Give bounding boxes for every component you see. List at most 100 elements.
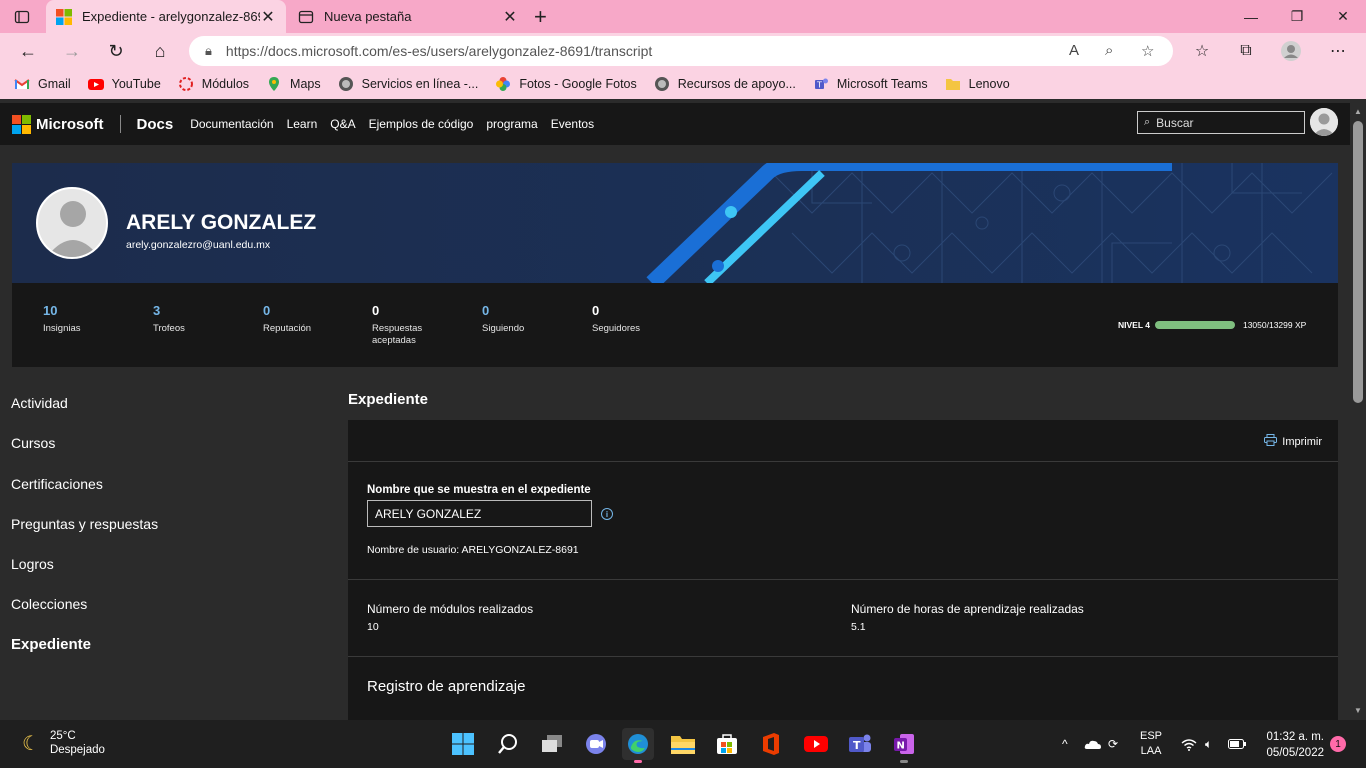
nav-ejemplos[interactable]: Ejemplos de código (369, 117, 474, 131)
collections-icon[interactable]: ⧉ (1233, 39, 1259, 63)
bookmark-lenovo[interactable]: Lenovo (945, 76, 1010, 92)
photos-icon (495, 76, 511, 92)
stat-trofeos[interactable]: 3 Trofeos (153, 303, 243, 335)
read-aloud-icon[interactable]: A (1069, 42, 1079, 59)
clock-time: 01:32 a. m. (1266, 731, 1324, 743)
close-window-icon[interactable]: ✕ (1320, 0, 1366, 33)
weather-widget[interactable]: ☾ 25°C Despejado (22, 730, 105, 756)
bookmark-modulos[interactable]: Módulos (178, 76, 249, 92)
task-view-icon[interactable] (536, 728, 568, 760)
office-icon[interactable] (755, 728, 787, 760)
bookmark-gmail[interactable]: Gmail (14, 76, 71, 92)
sidebar-item-certificaciones[interactable]: Certificaciones (11, 476, 158, 516)
onedrive-icon[interactable] (1084, 720, 1102, 768)
moon-icon: ☾ (22, 732, 40, 755)
lock-icon[interactable]: 🔒︎ (205, 43, 212, 59)
scrollbar-thumb[interactable] (1353, 121, 1363, 403)
more-menu-icon[interactable]: ⋯ (1325, 39, 1351, 63)
sidebar-item-colecciones[interactable]: Colecciones (11, 596, 158, 636)
add-favorite-icon[interactable]: ☆ (1141, 42, 1154, 60)
back-icon[interactable]: ← (16, 39, 40, 63)
stat-siguiendo[interactable]: 0 Siguiendo (482, 303, 572, 335)
bookmark-servicios[interactable]: Servicios en línea -... (338, 76, 478, 92)
level-indicator: NIVEL 4 13050/13299 XP (1118, 320, 1306, 330)
maps-icon (266, 76, 282, 92)
stat-reputacion[interactable]: 0 Reputación (263, 303, 353, 335)
chat-icon[interactable] (580, 728, 612, 760)
sidebar-item-actividad[interactable]: Actividad (11, 395, 158, 435)
bookmark-recursos[interactable]: Recursos de apoyo... (654, 76, 796, 92)
nav-eventos[interactable]: Eventos (551, 117, 594, 131)
nav-qa[interactable]: Q&A (330, 117, 355, 131)
new-tab-icon[interactable]: + (534, 4, 547, 30)
tab-expediente[interactable]: Expediente - arelygonzalez-8691 ✕ (46, 0, 286, 33)
page-content: Microsoft Docs Documentación Learn Q&A E… (0, 103, 1350, 720)
newtab-favicon-icon (298, 9, 314, 25)
transcript-card: Imprimir Nombre que se muestra en el exp… (348, 420, 1338, 720)
wifi-icon[interactable] (1181, 720, 1197, 768)
zoom-icon[interactable]: ⌕ (1105, 42, 1113, 59)
sidebar-item-cursos[interactable]: Cursos (11, 435, 158, 475)
weather-temp: 25°C (49, 730, 76, 742)
file-explorer-icon[interactable] (667, 728, 699, 760)
search-taskbar-icon[interactable] (492, 728, 524, 760)
close-tab-icon[interactable]: ✕ (260, 7, 276, 27)
modules-icon (178, 76, 194, 92)
profile-stats: 10 Insignias 3 Trofeos 0 Reputación 0 Re… (12, 283, 1338, 367)
browser-tab-bar: Expediente - arelygonzalez-8691 ✕ Nueva … (0, 0, 1366, 33)
printer-icon (1264, 434, 1278, 449)
search-box[interactable]: ⌕ Buscar (1137, 111, 1305, 134)
edge-icon[interactable] (622, 728, 654, 763)
username-text: Nombre de usuario: ARELYGONZALEZ-8691 (367, 544, 579, 556)
store-icon[interactable] (711, 728, 743, 760)
taskbar: ☾ 25°C Despejado T N ^ ⟳ ESP LAA 🔈︎ 01:3… (0, 720, 1366, 768)
user-avatar[interactable] (1310, 108, 1338, 136)
profile-avatar (36, 187, 108, 259)
favorites-icon[interactable]: ☆ (1189, 39, 1215, 63)
home-icon[interactable]: ⌂ (148, 39, 172, 63)
url-field[interactable]: 🔒︎ https://docs.microsoft.com/es-es/user… (189, 36, 1173, 66)
sidebar-item-preguntas[interactable]: Preguntas y respuestas (11, 516, 158, 556)
running-app-indicator (900, 760, 908, 763)
bookmark-youtube[interactable]: YouTube (87, 76, 161, 92)
system-clock[interactable]: 01:32 a. m. 05/05/2022 (1258, 729, 1324, 761)
refresh-icon[interactable]: ↻ (104, 39, 128, 63)
youtube-taskbar-icon[interactable] (800, 728, 832, 760)
microsoft-logo[interactable]: Microsoft (12, 114, 104, 134)
youtube-icon (87, 76, 104, 92)
volume-icon[interactable]: 🔈︎ (1205, 720, 1212, 768)
tab-actions-icon[interactable] (12, 7, 32, 27)
scroll-down-icon[interactable]: ▼ (1353, 706, 1363, 716)
restore-icon[interactable]: ❐ (1274, 0, 1320, 33)
nav-programa[interactable]: programa (486, 117, 537, 131)
minimize-icon[interactable]: — (1228, 0, 1274, 33)
forward-icon[interactable]: → (60, 39, 84, 63)
tab-new[interactable]: Nueva pestaña ✕ (288, 0, 528, 33)
info-icon[interactable]: i (601, 508, 613, 520)
print-button[interactable]: Imprimir (1264, 434, 1322, 449)
profile-icon[interactable] (1278, 39, 1304, 63)
bookmark-fotos[interactable]: Fotos - Google Fotos (495, 76, 637, 92)
docs-link[interactable]: Docs (137, 116, 174, 133)
sidebar-item-expediente[interactable]: Expediente (11, 636, 158, 677)
nav-documentacion[interactable]: Documentación (190, 117, 273, 131)
nav-learn[interactable]: Learn (287, 117, 318, 131)
sidebar-item-logros[interactable]: Logros (11, 556, 158, 596)
bookmark-maps[interactable]: Maps (266, 76, 321, 92)
scroll-up-icon[interactable]: ▲ (1353, 107, 1363, 117)
page-scrollbar[interactable]: ▲ ▼ (1350, 103, 1366, 720)
sync-icon[interactable]: ⟳ (1108, 720, 1118, 768)
language-indicator[interactable]: ESP LAA (1140, 720, 1162, 768)
onenote-icon[interactable]: N (888, 728, 920, 763)
display-name-input[interactable] (367, 500, 592, 527)
tab-title: Expediente - arelygonzalez-8691 (82, 9, 260, 24)
notification-badge[interactable]: 1 (1330, 736, 1346, 752)
close-tab-icon[interactable]: ✕ (502, 7, 518, 27)
svg-text:N: N (897, 741, 905, 752)
show-hidden-icons[interactable]: ^ (1062, 720, 1068, 768)
start-icon[interactable] (447, 728, 479, 760)
teams-taskbar-icon[interactable]: T (844, 728, 876, 760)
battery-icon[interactable] (1228, 720, 1246, 768)
bookmark-teams[interactable]: T Microsoft Teams (813, 76, 928, 92)
stat-insignias[interactable]: 10 Insignias (43, 303, 133, 335)
